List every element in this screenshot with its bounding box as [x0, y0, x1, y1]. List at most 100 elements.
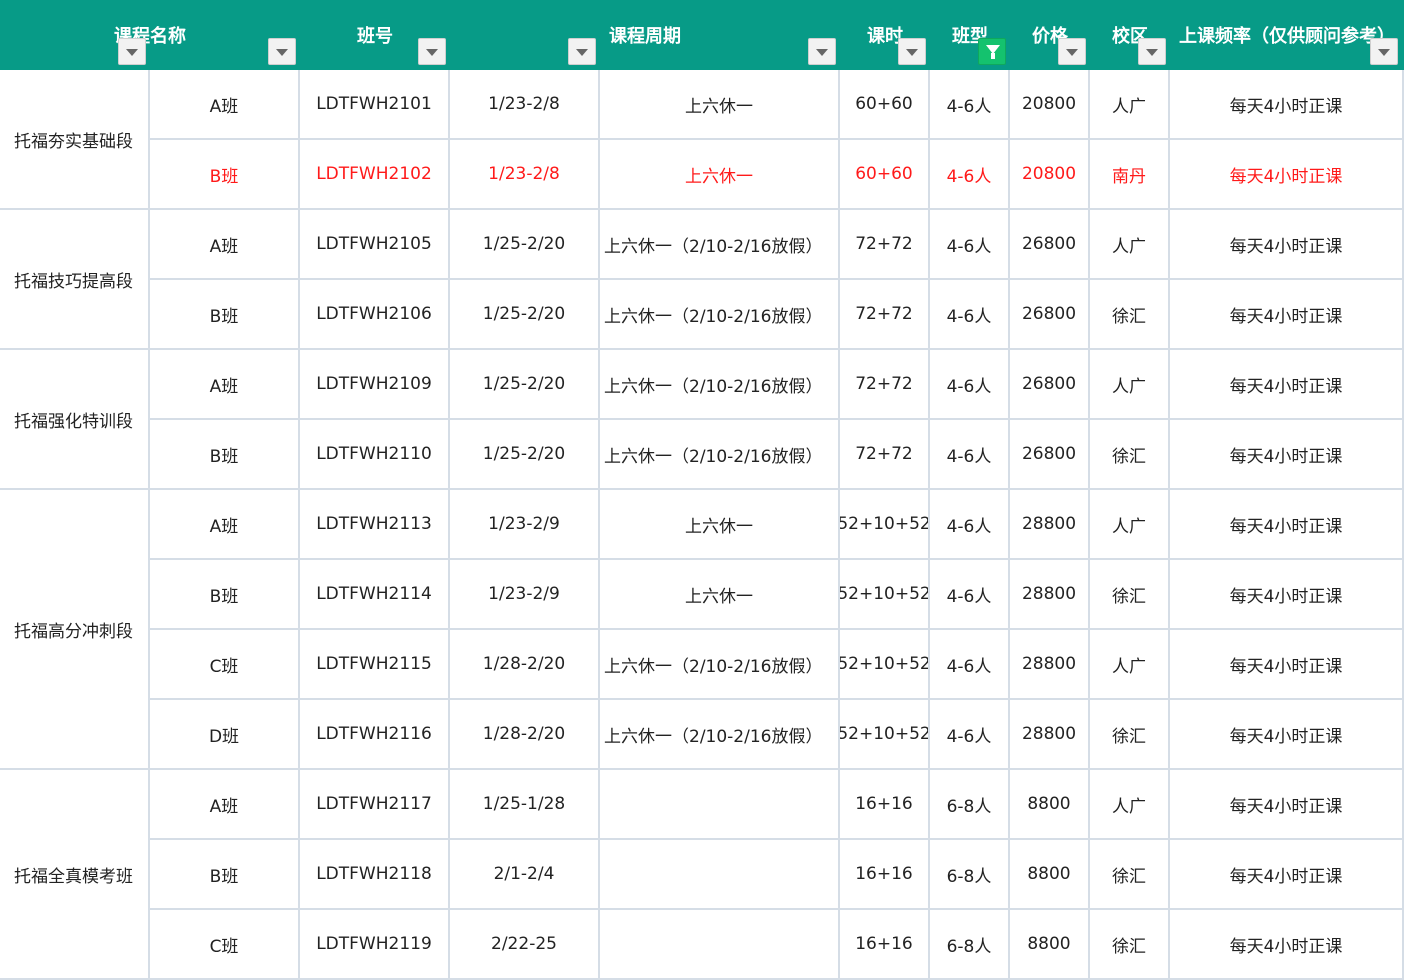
- dates-cell[interactable]: 1/25-2/20: [450, 210, 600, 280]
- schedule-cell[interactable]: 上六休一: [600, 490, 840, 560]
- frequency-cell[interactable]: 每天4小时正课: [1170, 490, 1404, 560]
- hours-cell[interactable]: 52+10+52: [840, 560, 930, 630]
- code-cell[interactable]: LDTFWH2106: [300, 280, 450, 350]
- class-cell[interactable]: B班: [150, 840, 300, 910]
- class-cell[interactable]: A班: [150, 210, 300, 280]
- size-cell[interactable]: 4-6人: [930, 700, 1010, 770]
- schedule-cell[interactable]: 上六休一（2/10-2/16放假）: [600, 210, 840, 280]
- price-cell[interactable]: 26800: [1010, 420, 1090, 490]
- hours-cell[interactable]: 60+60: [840, 140, 930, 210]
- filter-dropdown-icon[interactable]: [1370, 38, 1398, 65]
- course-group-name[interactable]: 托福高分冲刺段: [0, 490, 150, 770]
- dates-cell[interactable]: 1/28-2/20: [450, 700, 600, 770]
- price-cell[interactable]: 28800: [1010, 560, 1090, 630]
- campus-cell[interactable]: 徐汇: [1090, 560, 1170, 630]
- course-group-name[interactable]: 托福技巧提高段: [0, 210, 150, 350]
- filter-dropdown-icon[interactable]: [268, 38, 296, 65]
- filter-dropdown-icon[interactable]: [568, 38, 596, 65]
- filter-dropdown-icon[interactable]: [118, 38, 146, 65]
- hours-cell[interactable]: 52+10+52: [840, 490, 930, 560]
- filter-dropdown-icon[interactable]: [1138, 38, 1166, 65]
- frequency-cell[interactable]: 每天4小时正课: [1170, 770, 1404, 840]
- size-cell[interactable]: 6-8人: [930, 910, 1010, 980]
- schedule-cell[interactable]: 上六休一: [600, 70, 840, 140]
- schedule-cell[interactable]: 上六休一: [600, 560, 840, 630]
- frequency-cell[interactable]: 每天4小时正课: [1170, 840, 1404, 910]
- hours-cell[interactable]: 16+16: [840, 770, 930, 840]
- schedule-cell[interactable]: [600, 840, 840, 910]
- column-header-7[interactable]: 上课频率（仅供顾问参考）: [1087, 22, 1404, 48]
- campus-cell[interactable]: 人广: [1090, 490, 1170, 560]
- code-cell[interactable]: LDTFWH2105: [300, 210, 450, 280]
- code-cell[interactable]: LDTFWH2110: [300, 420, 450, 490]
- price-cell[interactable]: 26800: [1010, 280, 1090, 350]
- campus-cell[interactable]: 人广: [1090, 630, 1170, 700]
- size-cell[interactable]: 4-6人: [930, 560, 1010, 630]
- class-cell[interactable]: A班: [150, 490, 300, 560]
- course-group-name[interactable]: 托福夯实基础段: [0, 70, 150, 210]
- hours-cell[interactable]: 72+72: [840, 280, 930, 350]
- class-cell[interactable]: A班: [150, 770, 300, 840]
- size-cell[interactable]: 4-6人: [930, 280, 1010, 350]
- hours-cell[interactable]: 16+16: [840, 840, 930, 910]
- code-cell[interactable]: LDTFWH2114: [300, 560, 450, 630]
- dates-cell[interactable]: 1/25-2/20: [450, 350, 600, 420]
- filter-dropdown-icon[interactable]: [1058, 38, 1086, 65]
- size-cell[interactable]: 6-8人: [930, 840, 1010, 910]
- class-cell[interactable]: B班: [150, 280, 300, 350]
- frequency-cell[interactable]: 每天4小时正课: [1170, 70, 1404, 140]
- schedule-cell[interactable]: 上六休一（2/10-2/16放假）: [600, 350, 840, 420]
- class-cell[interactable]: C班: [150, 630, 300, 700]
- schedule-cell[interactable]: 上六休一: [600, 140, 840, 210]
- code-cell[interactable]: LDTFWH2119: [300, 910, 450, 980]
- hours-cell[interactable]: 72+72: [840, 210, 930, 280]
- dates-cell[interactable]: 1/25-2/20: [450, 420, 600, 490]
- campus-cell[interactable]: 徐汇: [1090, 280, 1170, 350]
- dates-cell[interactable]: 2/1-2/4: [450, 840, 600, 910]
- hours-cell[interactable]: 72+72: [840, 420, 930, 490]
- hours-cell[interactable]: 52+10+52: [840, 630, 930, 700]
- size-cell[interactable]: 6-8人: [930, 770, 1010, 840]
- frequency-cell[interactable]: 每天4小时正课: [1170, 350, 1404, 420]
- dates-cell[interactable]: 1/23-2/9: [450, 490, 600, 560]
- schedule-cell[interactable]: 上六休一（2/10-2/16放假）: [600, 420, 840, 490]
- size-cell[interactable]: 4-6人: [930, 630, 1010, 700]
- course-group-name[interactable]: 托福全真模考班: [0, 770, 150, 980]
- size-cell[interactable]: 4-6人: [930, 350, 1010, 420]
- class-cell[interactable]: B班: [150, 420, 300, 490]
- size-cell[interactable]: 4-6人: [930, 210, 1010, 280]
- size-cell[interactable]: 4-6人: [930, 70, 1010, 140]
- code-cell[interactable]: LDTFWH2118: [300, 840, 450, 910]
- filter-dropdown-icon[interactable]: [808, 38, 836, 65]
- price-cell[interactable]: 26800: [1010, 350, 1090, 420]
- frequency-cell[interactable]: 每天4小时正课: [1170, 210, 1404, 280]
- hours-cell[interactable]: 16+16: [840, 910, 930, 980]
- campus-cell[interactable]: 人广: [1090, 210, 1170, 280]
- frequency-cell[interactable]: 每天4小时正课: [1170, 700, 1404, 770]
- filter-dropdown-icon[interactable]: [898, 38, 926, 65]
- frequency-cell[interactable]: 每天4小时正课: [1170, 630, 1404, 700]
- code-cell[interactable]: LDTFWH2109: [300, 350, 450, 420]
- code-cell[interactable]: LDTFWH2102: [300, 140, 450, 210]
- price-cell[interactable]: 8800: [1010, 770, 1090, 840]
- frequency-cell[interactable]: 每天4小时正课: [1170, 560, 1404, 630]
- dates-cell[interactable]: 1/23-2/9: [450, 560, 600, 630]
- code-cell[interactable]: LDTFWH2116: [300, 700, 450, 770]
- class-cell[interactable]: A班: [150, 70, 300, 140]
- hours-cell[interactable]: 60+60: [840, 70, 930, 140]
- code-cell[interactable]: LDTFWH2117: [300, 770, 450, 840]
- campus-cell[interactable]: 徐汇: [1090, 420, 1170, 490]
- dates-cell[interactable]: 1/28-2/20: [450, 630, 600, 700]
- class-cell[interactable]: D班: [150, 700, 300, 770]
- campus-cell[interactable]: 人广: [1090, 770, 1170, 840]
- dates-cell[interactable]: 2/22-25: [450, 910, 600, 980]
- price-cell[interactable]: 8800: [1010, 840, 1090, 910]
- dates-cell[interactable]: 1/25-1/28: [450, 770, 600, 840]
- filter-dropdown-icon[interactable]: [418, 38, 446, 65]
- size-cell[interactable]: 4-6人: [930, 140, 1010, 210]
- schedule-cell[interactable]: 上六休一（2/10-2/16放假）: [600, 700, 840, 770]
- campus-cell[interactable]: 人广: [1090, 70, 1170, 140]
- code-cell[interactable]: LDTFWH2101: [300, 70, 450, 140]
- price-cell[interactable]: 28800: [1010, 490, 1090, 560]
- campus-cell[interactable]: 人广: [1090, 350, 1170, 420]
